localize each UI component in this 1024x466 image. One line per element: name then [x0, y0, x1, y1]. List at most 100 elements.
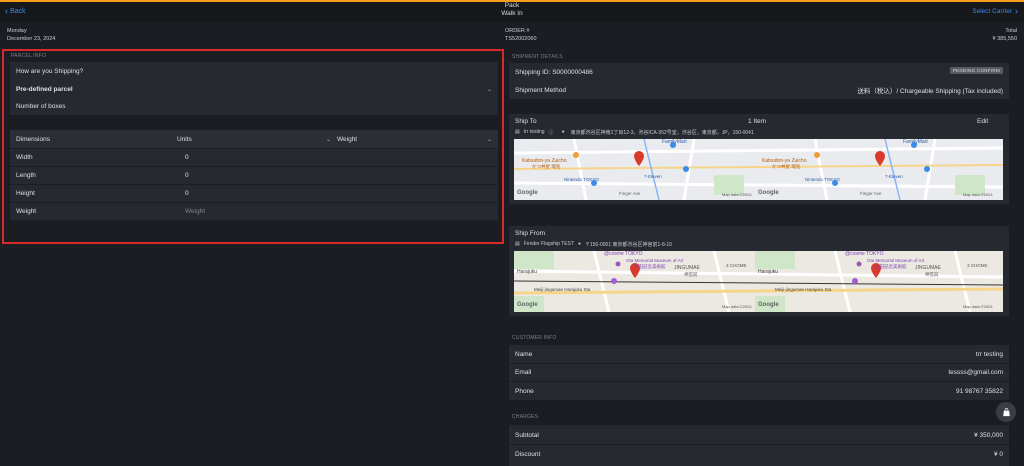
chevron-right-icon: › [1015, 6, 1018, 16]
map-label: 神宮前 [925, 272, 939, 277]
chevron-down-icon: ⌄ [486, 136, 492, 143]
map-attribution: Map data ©2024 [963, 192, 993, 197]
customer-phone-row: Phone 91 98767 35822 [509, 382, 1009, 400]
customer-name-row: Name trr testing [509, 345, 1009, 363]
shopping-bag-icon [1002, 407, 1010, 416]
total-label: Total [1005, 28, 1017, 34]
customer-email-label: Email [515, 369, 532, 376]
map-label: Finger Ave [619, 191, 641, 196]
back-button[interactable]: ‹ Back [5, 6, 26, 16]
map-label: FamilyMart [662, 139, 687, 145]
map-label: JINGUMAE [915, 265, 941, 271]
boxes-label: Number of boxes [16, 103, 66, 110]
parcel-info-panel: PARCEL INFO How are you Shipping? Pre-de… [2, 49, 504, 244]
dimensions-header-row: Dimensions Units ⌄ Weight ⌄ [10, 130, 498, 148]
ship-from-title: Ship From [515, 229, 545, 237]
width-row: Width 0 [10, 149, 498, 166]
page-title: Pack Walk In [462, 2, 562, 18]
shopping-bag-button[interactable] [996, 402, 1016, 422]
customer-name-label: Name [515, 350, 533, 358]
info-icon: ⓘ [548, 129, 554, 136]
dimensions-card: Dimensions Units ⌄ Weight ⌄ Width 0 Leng… [10, 130, 498, 220]
map-label: @cosme TOKYO [845, 251, 884, 257]
building-icon: ▤ [515, 129, 520, 135]
shipping-id-row: Shipping ID: S0000000486 [509, 63, 1009, 81]
height-row: Height 0 [10, 185, 498, 202]
map-label: Ota Memorial Museum of Art [867, 258, 925, 263]
ship-from-address: 〒150-0001 東京都渋谷区神宮前1-8-10 [584, 241, 672, 248]
select-carrier-label: Select Carrier [972, 7, 1012, 15]
map-attribution: Map data ©2024 [963, 304, 993, 309]
map-label: Meiji-jingumae Harajuku Sta [534, 287, 591, 292]
top-bar: ‹ Back Pack Walk In Select Carrier › [0, 2, 1024, 22]
shipping-id: Shipping ID: S0000000486 [515, 68, 593, 76]
parcel-info-title: PARCEL INFO [11, 53, 46, 59]
shipment-method-label: Shipment Method [515, 86, 566, 94]
order-info-bar: Monday December 23, 2024 ORDER # TS52002… [0, 22, 1024, 44]
ship-to-header: Ship To 1 Item Edit [509, 115, 1009, 127]
status-badge: PENDING CONFIRM [949, 67, 1003, 74]
height-input[interactable]: 0 [185, 190, 189, 197]
date-block: Monday December 23, 2024 [7, 27, 55, 43]
ship-to-map[interactable]: Katsudon-ya Zuicho かつ丼屋 瑞兆 FamilyMart Ni… [514, 139, 1003, 200]
map-label: Ota Memorial Museum of Art [626, 258, 684, 263]
map-label: JINGUMAE [674, 265, 700, 271]
discount-value: ¥ 0 [993, 450, 1003, 458]
map-label: Harajuku [517, 269, 538, 275]
shipping-type-card: How are you Shipping? Pre-defined parcel… [10, 62, 498, 115]
shipment-method-row: Shipment Method 送料（税込）/ Chargeable Shipp… [509, 81, 1009, 99]
ship-from-name: Fender Flagship TEST [523, 241, 574, 247]
chevron-down-icon: ⌄ [486, 86, 492, 93]
ship-to-title: Ship To [515, 117, 537, 125]
height-label: Height [16, 190, 35, 197]
weight-row: Weight Weight [10, 203, 498, 220]
ship-to-address-line: ▤ trr testing ⓘ ● 東京都渋谷区神南1丁目12-3，渋谷ICA-… [509, 127, 1009, 137]
units-select[interactable]: Units ⌄ [177, 136, 337, 143]
google-logo: Google [517, 190, 538, 196]
weight-unit-select[interactable]: Weight ⌄ [337, 136, 492, 143]
map-attribution: Map data ©2024 [722, 304, 752, 309]
ship-to-edit-button[interactable]: Edit [977, 118, 988, 125]
page-title-text: Pack [504, 2, 520, 9]
customer-phone-value: 91 98767 35822 [956, 387, 1003, 395]
width-input[interactable]: 0 [185, 154, 189, 161]
parcel-type-select[interactable]: Pre-defined parcel ⌄ [10, 80, 498, 98]
google-logo: Google [758, 190, 779, 196]
date-label: December 23, 2024 [7, 36, 56, 42]
chevron-left-icon: ‹ [5, 6, 8, 16]
weight-label: Weight [16, 208, 37, 215]
length-input[interactable]: 0 [185, 172, 189, 179]
map-label: 3 CHOME [967, 263, 988, 268]
weight-input[interactable]: Weight [185, 208, 205, 215]
number-of-boxes-field[interactable]: Number of boxes [10, 98, 498, 115]
map-label: Finger Ave [860, 191, 882, 196]
day-label: Monday [7, 28, 27, 34]
chevron-down-icon: ⌄ [325, 136, 331, 143]
map-label: Harajuku [758, 269, 779, 275]
subtotal-row: Subtotal ¥ 350,000 [509, 426, 1009, 444]
map-label: 3 CHOME [726, 263, 747, 268]
width-label: Width [16, 154, 33, 161]
shipping-question: How are you Shipping? [16, 67, 84, 75]
total-value: ¥ 385,550 [992, 36, 1017, 42]
customer-phone-label: Phone [515, 387, 534, 395]
charges-title: CHARGES [512, 414, 539, 420]
ship-from-address-line: ▤ Fender Flagship TEST ● 〒150-0001 東京都渋谷… [509, 239, 1009, 249]
select-carrier-button[interactable]: Select Carrier › [972, 6, 1018, 16]
shipment-details-title: SHIPMENT DETAILS [512, 54, 563, 60]
map-label: FamilyMart [903, 139, 928, 145]
customer-info-title: CUSTOMER INFO [512, 335, 557, 341]
map-label: Nintendo TOKYO [564, 177, 599, 182]
map-label: かつ丼屋 瑞兆 [532, 164, 561, 169]
length-label: Length [16, 172, 36, 179]
google-logo: Google [517, 302, 538, 308]
customer-email-row: Email tessss@gmail.com [509, 364, 1009, 381]
ship-from-map[interactable]: @cosme TOKYO Ota Memorial Museum of Art … [514, 251, 1003, 312]
order-number: TS52002060 [505, 36, 537, 42]
shipment-method-value: 送料（税込）/ Chargeable Shipping (Tax include… [857, 88, 1003, 95]
order-label: ORDER # [505, 28, 530, 34]
units-label: Units [177, 135, 192, 143]
length-row: Length 0 [10, 167, 498, 184]
map-label: かつ丼屋 瑞兆 [772, 164, 801, 169]
total-block: Total ¥ 385,550 [993, 27, 1017, 43]
